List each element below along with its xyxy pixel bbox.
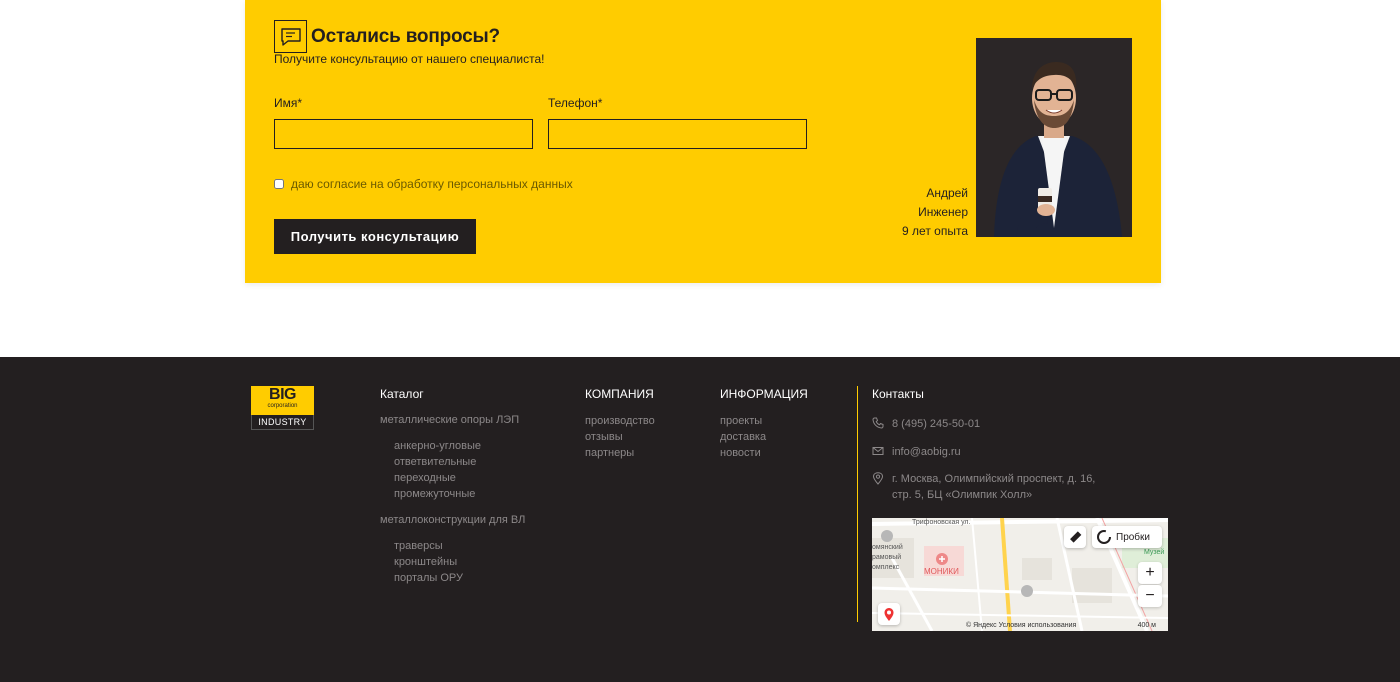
contact-phone[interactable]: 8 (495) 245-50-01	[892, 416, 980, 432]
map-label-trifonovskaya: Трифоновская ул.	[912, 519, 971, 526]
map-geolocation-button[interactable]	[878, 603, 900, 625]
page: Остались вопросы? Получите консультацию …	[0, 0, 1400, 682]
map-scale: 400 м	[1137, 622, 1156, 629]
phone-label: Телефон*	[548, 96, 603, 110]
name-input[interactable]	[274, 119, 533, 149]
footer-link-news[interactable]: новости	[720, 447, 761, 459]
consultation-form-card: Остались вопросы? Получите консультацию …	[245, 0, 1161, 283]
location-pin-icon	[872, 472, 884, 485]
footer-link-branch[interactable]: ответвительные	[394, 456, 476, 468]
footer-link-delivery[interactable]: доставка	[720, 431, 766, 443]
footer-company-title[interactable]: КОМПАНИЯ	[585, 387, 654, 401]
ruler-icon	[1070, 531, 1082, 543]
footer-link-production[interactable]: производство	[585, 415, 655, 427]
specialist-position: Инженер	[918, 205, 968, 219]
logo-big-text: BIG	[269, 386, 296, 403]
map-marker-icon	[884, 608, 894, 621]
map-ruler-button[interactable]	[1064, 526, 1086, 548]
map-copyright[interactable]: © Яндекс Условия использования	[966, 622, 1076, 629]
name-label: Имя*	[274, 96, 303, 110]
footer-link-projects[interactable]: проекты	[720, 415, 762, 427]
footer-link-transitional[interactable]: переходные	[394, 472, 456, 484]
specialist-experience: 9 лет опыта	[902, 224, 968, 238]
big-industry-logo[interactable]: BIG corporation INDUSTRY	[251, 386, 314, 430]
map-label-museum: Музей	[1144, 549, 1165, 556]
consent-checkbox[interactable]	[274, 179, 284, 189]
footer-info-title[interactable]: ИНФОРМАЦИЯ	[720, 387, 808, 401]
footer-link-portals[interactable]: порталы ОРУ	[394, 572, 463, 584]
consultation-title: Остались вопросы?	[311, 25, 500, 47]
specialist-name: Андрей	[926, 186, 968, 200]
site-footer: BIG corporation INDUSTRY Каталог металли…	[0, 357, 1400, 682]
footer-link-intermediate[interactable]: промежуточные	[394, 488, 475, 500]
map-zoom-in-button[interactable]: +	[1138, 562, 1162, 584]
get-consultation-button[interactable]: Получить консультацию	[274, 219, 476, 254]
map-label-complex-1: омянский	[872, 544, 903, 551]
contact-email-row[interactable]: info@aobig.ru	[872, 444, 961, 460]
contacts-divider	[857, 386, 858, 622]
map-zoom-out-button[interactable]: −	[1138, 585, 1162, 607]
logo-industry-text: INDUSTRY	[251, 415, 314, 430]
footer-link-anchor-angle[interactable]: анкерно-угловые	[394, 440, 481, 452]
address-line-1: г. Москва, Олимпийский проспект, д. 16,	[892, 473, 1096, 485]
logo-corporation-text: corporation	[267, 403, 298, 409]
consent-row: даю согласие на обработку персональных д…	[274, 177, 573, 191]
contact-email[interactable]: info@aobig.ru	[892, 444, 961, 460]
map-label-complex-2: рамовый	[872, 554, 902, 561]
logo-badge: BIG corporation	[251, 386, 314, 415]
phone-icon	[872, 417, 884, 429]
footer-catalog-title[interactable]: Каталог	[380, 387, 424, 401]
map-label-moniki: МОНИКИ	[924, 567, 959, 576]
footer-link-partners[interactable]: партнеры	[585, 447, 634, 459]
specialist-photo	[976, 38, 1132, 237]
chat-icon	[274, 20, 307, 53]
map-traffic-button[interactable]: Пробки	[1092, 526, 1162, 548]
yandex-map[interactable]: Трифоновская ул. МОНИКИ омянский рамовый…	[872, 518, 1168, 631]
footer-link-reviews[interactable]: отзывы	[585, 431, 623, 443]
contact-phone-row[interactable]: 8 (495) 245-50-01	[872, 416, 980, 432]
mail-icon	[872, 447, 884, 455]
consultation-subtitle: Получите консультацию от нашего специали…	[274, 52, 545, 66]
address-line-2: стр. 5, БЦ «Олимпик Холл»	[892, 489, 1033, 501]
map-label-complex-3: омплекс	[872, 564, 900, 571]
footer-link-metal-structures[interactable]: металлоконструкции для ВЛ	[380, 514, 525, 526]
traffic-icon	[1097, 530, 1111, 544]
specialist-info: Андрей Инженер 9 лет опыта	[902, 184, 968, 241]
consent-label[interactable]: даю согласие на обработку персональных д…	[291, 177, 573, 191]
footer-link-brackets[interactable]: кронштейны	[394, 556, 457, 568]
footer-link-metal-poles[interactable]: металлические опоры ЛЭП	[380, 414, 519, 426]
contact-address: г. Москва, Олимпийский проспект, д. 16, …	[892, 471, 1095, 503]
map-traffic-label: Пробки	[1116, 531, 1150, 543]
footer-contacts-title: Контакты	[872, 387, 924, 401]
footer-link-traverses[interactable]: траверсы	[394, 540, 443, 552]
phone-input[interactable]	[548, 119, 807, 149]
consultation-header: Остались вопросы?	[274, 20, 500, 53]
contact-address-row: г. Москва, Олимпийский проспект, д. 16, …	[872, 471, 1095, 503]
